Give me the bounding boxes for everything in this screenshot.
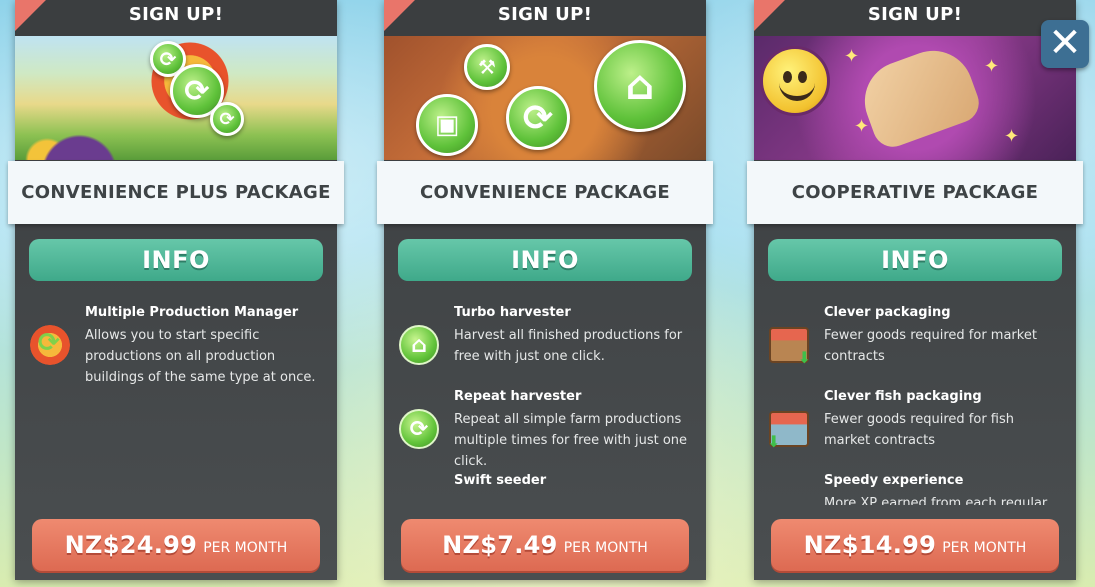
sparkle-icon: ✦ [1004, 126, 1020, 147]
card-header: SIGN UP! [754, 0, 1076, 36]
feature-description: Repeat all simple farm productions multi… [454, 412, 688, 469]
feature-item: ⌂ Turbo harvester Harvest all finished p… [398, 300, 698, 384]
repeat-harvester-icon: ⟳ [398, 408, 440, 450]
sparkle-icon: ✦ [854, 116, 870, 137]
package-title: COOPERATIVE PACKAGE [747, 161, 1083, 224]
corner-ribbon [754, 0, 796, 36]
info-button[interactable]: INFO [29, 239, 323, 281]
feature-item: Multiple Production Manager Allows you t… [29, 300, 329, 385]
card-header: SIGN UP! [15, 0, 337, 36]
feature-item: Clever fish packaging Fewer goods requir… [768, 384, 1068, 468]
tools-icon: ⚒ [464, 44, 510, 90]
feature-description: Allows you to start specific productions… [85, 328, 316, 385]
info-button[interactable]: INFO [768, 239, 1062, 281]
package-card-cooperative: SIGN UP! ✦ ✦ ✦ ✦ COOPERATIVE PACKAGE INF… [747, 0, 1083, 580]
sign-up-label: SIGN UP! [867, 4, 963, 25]
swift-seeder-icon [398, 492, 440, 505]
sparkle-icon: ✦ [984, 56, 1000, 77]
handshake-icon [853, 39, 985, 153]
feature-description: Harvest all finished productions for fre… [454, 328, 683, 364]
package-artwork: ⟳ ⟳ ⟳ [15, 36, 337, 160]
xp-boost-icon [768, 492, 810, 505]
feature-list: Clever packaging Fewer goods required fo… [768, 300, 1068, 505]
smiley-icon [760, 46, 830, 116]
close-icon[interactable]: ✕ [1041, 20, 1089, 68]
market-crate-icon [768, 324, 811, 367]
feature-title: Clever fish packaging [824, 389, 982, 404]
feature-description: Fewer goods required for market contract… [824, 328, 1037, 364]
feature-list: ⌂ Turbo harvester Harvest all finished p… [398, 300, 698, 505]
feature-title: Repeat harvester [454, 389, 582, 404]
package-artwork: ⚒ ▣ ⟳ ⌂ [384, 36, 706, 160]
feature-title: Swift seeder [454, 473, 547, 488]
feature-item: ⟳ Repeat harvester Repeat all simple far… [398, 384, 698, 469]
multi-production-icon [29, 324, 71, 366]
price-button[interactable]: NZ$24.99 PER MONTH [32, 519, 320, 571]
feature-title: Turbo harvester [454, 305, 571, 320]
price-period: PER MONTH [563, 540, 648, 556]
refresh-icon: ⟳ [210, 102, 244, 136]
corner-ribbon [15, 0, 57, 36]
card-header: SIGN UP! [384, 0, 706, 36]
feature-item: Clever packaging Fewer goods required fo… [768, 300, 1068, 384]
feature-list: Multiple Production Manager Allows you t… [29, 300, 329, 505]
feature-description: Fewer goods required for fish market con… [824, 412, 1014, 448]
price-period: PER MONTH [942, 540, 1027, 556]
price-amount: NZ$24.99 [64, 531, 198, 559]
toolbox-icon: ▣ [416, 94, 478, 156]
price-button[interactable]: NZ$7.49 PER MONTH [401, 519, 689, 571]
price-button[interactable]: NZ$14.99 PER MONTH [771, 519, 1059, 571]
package-card-convenience-plus: SIGN UP! ⟳ ⟳ ⟳ CONVENIENCE PLUS PACKAGE … [8, 0, 344, 580]
info-button[interactable]: INFO [398, 239, 692, 281]
price-amount: NZ$7.49 [442, 531, 558, 559]
package-title: CONVENIENCE PLUS PACKAGE [8, 161, 344, 224]
sign-up-label: SIGN UP! [128, 4, 224, 25]
feature-title: Speedy experience [824, 473, 964, 488]
fish-crate-icon [768, 408, 810, 451]
package-title: CONVENIENCE PACKAGE [377, 161, 713, 224]
price-period: PER MONTH [203, 540, 288, 556]
feature-item: Swift seeder [398, 468, 698, 505]
sign-up-label: SIGN UP! [497, 4, 593, 25]
feature-item: Speedy experience More XP earned from ea… [768, 468, 1068, 505]
feature-title: Clever packaging [824, 305, 951, 320]
price-amount: NZ$14.99 [803, 531, 937, 559]
feature-description: More XP earned from each regular farm [824, 496, 1048, 505]
package-card-convenience: SIGN UP! ⚒ ▣ ⟳ ⌂ CONVENIENCE PACKAGE INF… [377, 0, 713, 580]
basket-icon: ⌂ [594, 40, 686, 132]
sparkle-icon: ✦ [844, 46, 860, 67]
package-artwork: ✦ ✦ ✦ ✦ [754, 36, 1076, 160]
refresh-icon: ⟳ [506, 86, 570, 150]
turbo-harvester-icon: ⌂ [398, 324, 440, 366]
feature-title: Multiple Production Manager [85, 305, 299, 320]
corner-ribbon [384, 0, 426, 36]
